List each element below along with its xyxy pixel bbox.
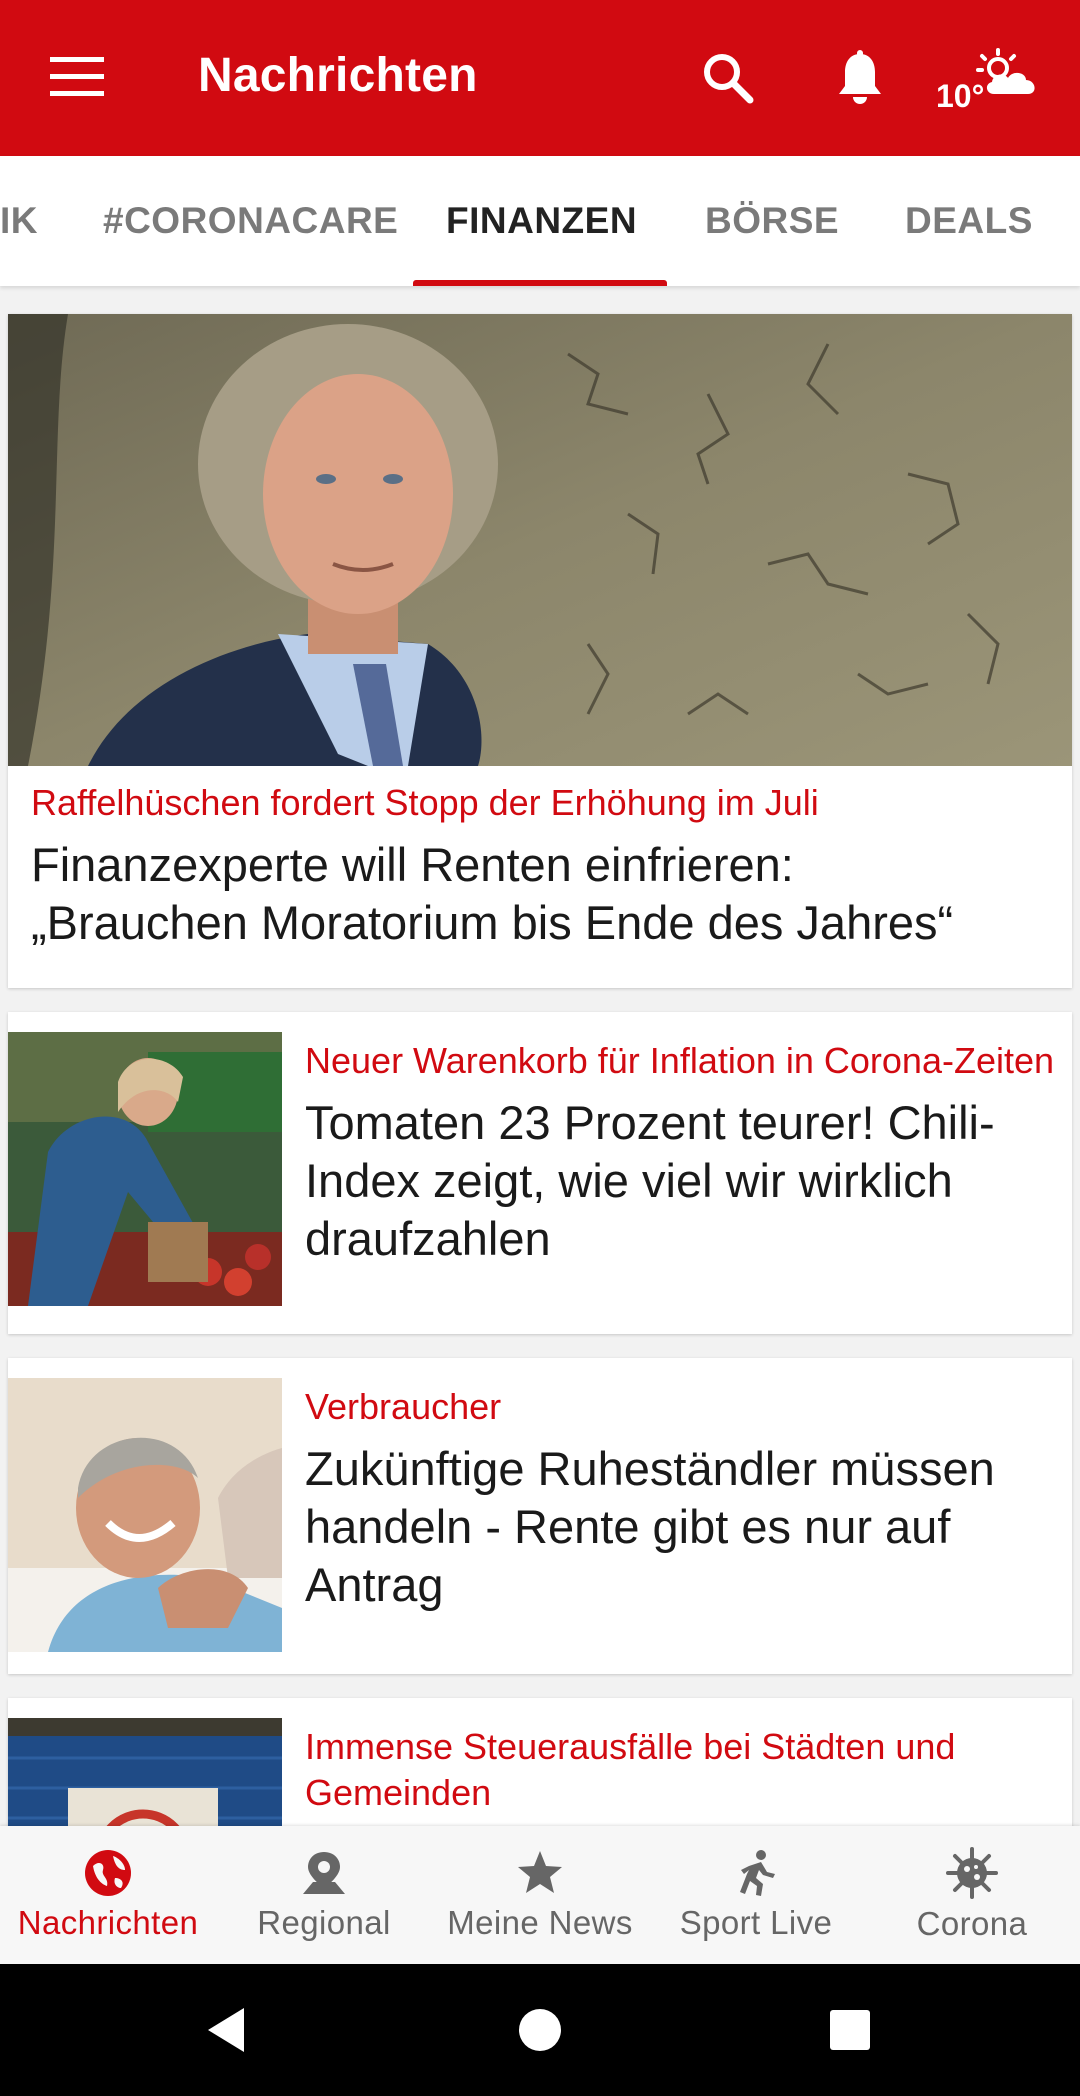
globe-icon bbox=[85, 1850, 131, 1896]
bottom-navigation: Nachrichten Regional Meine News Sport Li… bbox=[0, 1826, 1080, 1964]
article-headline: Finanzexperte will Renten einfrieren: „B… bbox=[31, 836, 1051, 952]
bell-icon bbox=[839, 50, 881, 104]
weather-widget[interactable]: 10° bbox=[936, 48, 1060, 118]
weather-temperature: 10° bbox=[936, 78, 985, 114]
nav-corona[interactable]: Corona bbox=[864, 1826, 1080, 1964]
tab-boerse[interactable]: BÖRSE bbox=[705, 200, 839, 242]
article-thumbnail bbox=[8, 1032, 282, 1306]
tab-ik[interactable]: IK bbox=[0, 200, 38, 242]
notifications-button[interactable] bbox=[822, 40, 898, 116]
tab-coronacare[interactable]: #CORONACARE bbox=[103, 200, 398, 242]
nav-label: Sport Live bbox=[679, 1904, 833, 1941]
category-tabs: IK #CORONACARE FINANZEN BÖRSE DEALS bbox=[0, 156, 1080, 286]
nav-regional[interactable]: Regional bbox=[216, 1826, 432, 1964]
article-card[interactable]: Immense Steuerausfälle bei Städten und G… bbox=[8, 1698, 1072, 1826]
search-icon bbox=[704, 54, 754, 104]
news-feed[interactable]: Raffelhüschen fordert Stopp der Erhöhung… bbox=[0, 286, 1080, 1826]
nav-sport-live[interactable]: Sport Live bbox=[648, 1826, 864, 1964]
system-navigation-bar bbox=[0, 1964, 1080, 2096]
tab-deals[interactable]: DEALS bbox=[905, 200, 1033, 242]
article-kicker: Raffelhüschen fordert Stopp der Erhöhung… bbox=[31, 782, 819, 823]
article-kicker: Verbraucher bbox=[305, 1386, 502, 1427]
article-headline: Tomaten 23 Prozent teurer! Chili-Index z… bbox=[305, 1096, 995, 1265]
nav-nachrichten[interactable]: Nachrichten bbox=[0, 1826, 216, 1964]
article-thumbnail bbox=[8, 1378, 282, 1652]
star-icon bbox=[518, 1851, 562, 1893]
headline-line: „Brauchen Moratorium bis Ende des Jahres… bbox=[31, 896, 954, 949]
nav-label: Meine News bbox=[447, 1904, 633, 1941]
virus-icon bbox=[946, 1847, 998, 1899]
top-app-bar: Nachrichten 10° bbox=[0, 0, 1080, 156]
article-thumbnail bbox=[8, 1718, 282, 1826]
home-icon bbox=[519, 2009, 561, 2051]
headline-line: Finanzexperte will Renten einfrieren: bbox=[31, 838, 794, 891]
article-card[interactable]: Verbraucher Zukünftige Ruheständler müss… bbox=[8, 1358, 1072, 1674]
system-back-button[interactable] bbox=[166, 1964, 286, 2096]
tab-finanzen[interactable]: FINANZEN bbox=[446, 200, 637, 242]
nav-label: Corona bbox=[916, 1905, 1028, 1942]
nav-label: Regional bbox=[257, 1904, 391, 1941]
menu-button[interactable] bbox=[40, 40, 114, 114]
app-title: Nachrichten bbox=[198, 49, 478, 102]
article-image bbox=[8, 314, 1072, 766]
map-pin-icon bbox=[303, 1852, 345, 1894]
nav-label: Nachrichten bbox=[17, 1904, 199, 1941]
app-screen: Nachrichten 10° IK #CORONACARE FINANZEN … bbox=[0, 0, 1080, 2096]
article-kicker: Immense Steuerausfälle bei Städten und G… bbox=[305, 1726, 956, 1813]
system-recents-button[interactable] bbox=[790, 1964, 910, 2096]
system-home-button[interactable] bbox=[480, 1964, 600, 2096]
article-headline: Zukünftige Ruheständler müssen handeln -… bbox=[305, 1442, 995, 1611]
runner-icon bbox=[740, 1850, 775, 1896]
menu-icon bbox=[50, 57, 104, 96]
back-icon bbox=[208, 2008, 244, 2052]
recents-icon bbox=[830, 2010, 870, 2050]
article-kicker: Neuer Warenkorb für Inflation in Corona-… bbox=[305, 1040, 1055, 1081]
search-button[interactable] bbox=[690, 40, 766, 116]
article-card[interactable]: Neuer Warenkorb für Inflation in Corona-… bbox=[8, 1012, 1072, 1334]
nav-meine-news[interactable]: Meine News bbox=[432, 1826, 648, 1964]
article-card[interactable]: Raffelhüschen fordert Stopp der Erhöhung… bbox=[8, 314, 1072, 988]
